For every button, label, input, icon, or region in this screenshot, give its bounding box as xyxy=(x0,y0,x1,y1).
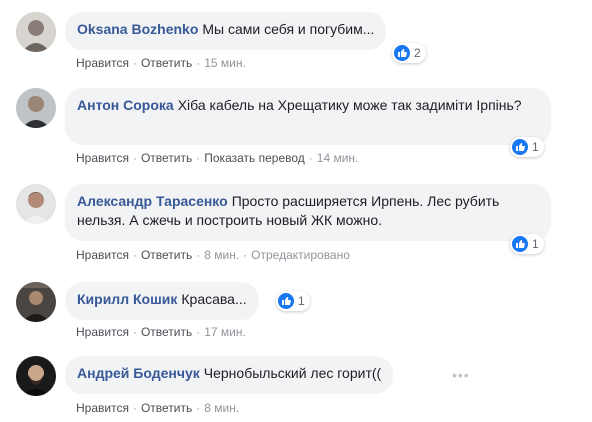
reply-button[interactable]: Ответить xyxy=(141,401,192,415)
reaction-number: 2 xyxy=(414,46,421,60)
comment-bubble: Антон Сорока Хіба кабель на Хрещатику мож… xyxy=(65,88,551,145)
comment-bubble: Oksana Bozhenko Мы сами себя и погубим... xyxy=(65,12,387,50)
comment-text: Красава... xyxy=(181,291,247,307)
reaction-count[interactable]: 1 xyxy=(510,234,544,254)
author-name[interactable]: Кирилл Кошик xyxy=(77,291,177,307)
more-options-icon[interactable]: ••• xyxy=(452,367,470,383)
reaction-number: 1 xyxy=(532,140,539,154)
timestamp[interactable]: 15 мин. xyxy=(204,56,246,70)
author-name[interactable]: Oksana Bozhenko xyxy=(77,21,198,37)
reply-button[interactable]: Ответить xyxy=(141,56,192,70)
author-name[interactable]: Александр Тарасенко xyxy=(77,193,228,209)
reaction-number: 1 xyxy=(532,237,539,251)
avatar[interactable] xyxy=(16,88,56,128)
avatar[interactable] xyxy=(16,282,56,322)
author-name[interactable]: Андрей Боденчук xyxy=(77,365,200,381)
comment-text: Хіба кабель на Хрещатику може так задимі… xyxy=(177,97,522,113)
comment-bubble: Андрей Боденчук Чернобыльский лес горит(( xyxy=(65,356,394,394)
like-button[interactable]: Нравится xyxy=(76,325,129,339)
thumbs-up-icon xyxy=(278,293,294,309)
edited-label[interactable]: Отредактировано xyxy=(251,248,350,262)
thumbs-up-icon xyxy=(512,139,528,155)
reaction-count[interactable]: 1 xyxy=(510,137,544,157)
comment-actions: Нравится · Ответить · 8 мин. · Отредактировано xyxy=(76,248,350,262)
avatar[interactable] xyxy=(16,12,56,52)
reaction-number: 1 xyxy=(298,294,305,308)
reply-button[interactable]: Ответить xyxy=(141,248,192,262)
author-name[interactable]: Антон Сорока xyxy=(77,97,174,113)
thumbs-up-icon xyxy=(512,236,528,252)
reply-button[interactable]: Ответить xyxy=(141,151,192,165)
comment-bubble: Кирилл Кошик Красава... xyxy=(65,282,259,320)
reaction-count[interactable]: 1 xyxy=(276,291,310,311)
comment-bubble: Александр Тарасенко Просто расширяется Ир… xyxy=(65,184,551,241)
like-button[interactable]: Нравится xyxy=(76,248,129,262)
thumbs-up-icon xyxy=(394,45,410,61)
reaction-count[interactable]: 2 xyxy=(392,43,426,63)
like-button[interactable]: Нравится xyxy=(76,401,129,415)
timestamp[interactable]: 8 мин. xyxy=(204,401,239,415)
comment-text: Чернобыльский лес горит(( xyxy=(203,365,382,381)
like-button[interactable]: Нравится xyxy=(76,151,129,165)
avatar[interactable] xyxy=(16,356,56,396)
avatar[interactable] xyxy=(16,184,56,224)
comment-text: Мы сами себя и погубим... xyxy=(202,21,375,37)
comment-actions: Нравится · Ответить · 17 мин. xyxy=(76,325,246,339)
comment-actions: Нравится · Ответить · 8 мин. xyxy=(76,401,240,415)
comment-actions: Нравится · Ответить · 15 мин. xyxy=(76,56,246,70)
timestamp[interactable]: 17 мин. xyxy=(204,325,246,339)
like-button[interactable]: Нравится xyxy=(76,56,129,70)
translate-button[interactable]: Показать перевод xyxy=(204,151,305,165)
timestamp[interactable]: 14 мин. xyxy=(317,151,359,165)
reply-button[interactable]: Ответить xyxy=(141,325,192,339)
timestamp[interactable]: 8 мин. xyxy=(204,248,239,262)
comment-actions: Нравится · Ответить · Показать перевод · 14 ми… xyxy=(76,151,359,165)
